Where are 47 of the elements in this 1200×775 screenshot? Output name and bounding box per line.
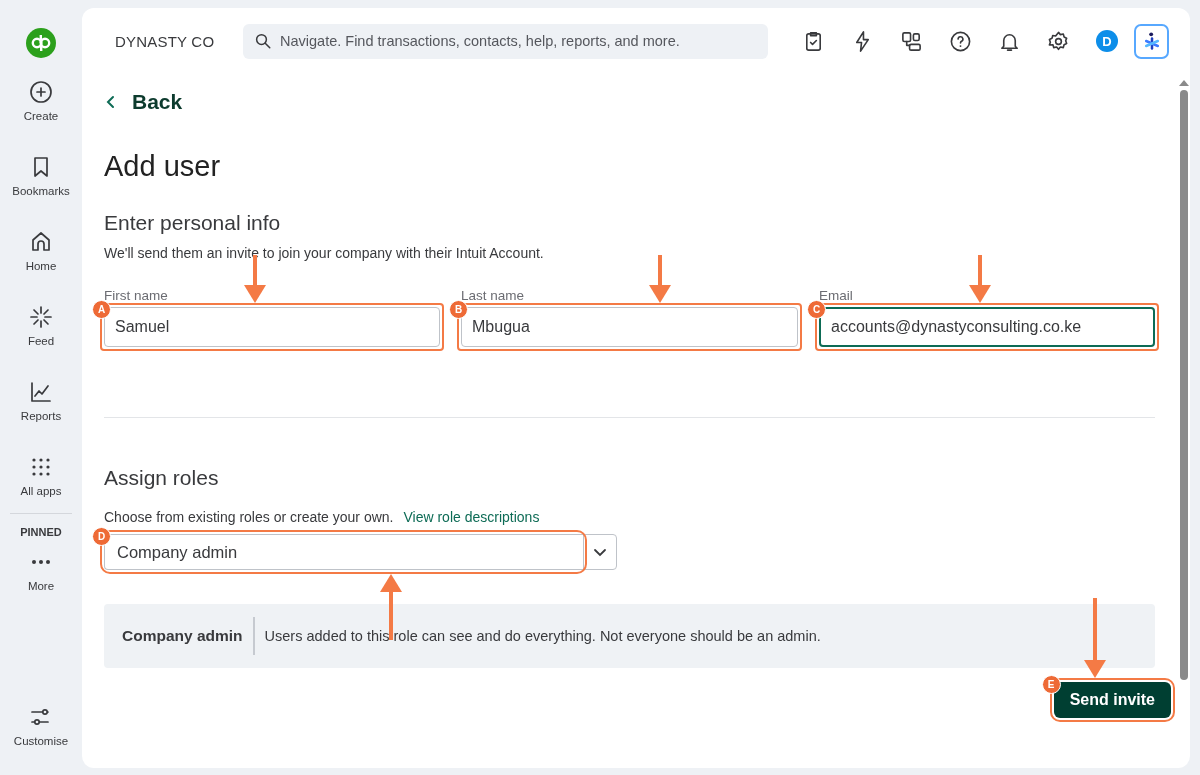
role-descriptions-link[interactable]: View role descriptions [403, 509, 540, 525]
section-description: Choose from existing roles or create your own. [104, 509, 394, 525]
callout-badge: D [92, 527, 111, 546]
field-label: First name [104, 288, 169, 303]
search-field[interactable]: Navigate. Find transactions, contacts, help, reports, and more. [243, 23, 768, 59]
company-name: DYNASTY CO [115, 32, 216, 50]
send-invite-button[interactable]: Send invite [1053, 682, 1171, 718]
callout-badge: B [449, 300, 468, 319]
assistant-button[interactable] [1134, 23, 1169, 59]
section-heading: Enter personal info [104, 211, 282, 235]
callout-arrow [969, 255, 992, 303]
input-field[interactable]: Mbugua [461, 307, 798, 347]
plus-circle-icon [29, 80, 53, 104]
apps-switch-icon[interactable] [900, 29, 923, 53]
sidebar-item[interactable]: Bookmarks [12, 155, 70, 230]
section-description: We'll send them an invite to join your company with their Intuit Account. [104, 245, 545, 261]
sidebar-item[interactable]: Customise [13, 705, 69, 747]
search-icon [254, 31, 272, 50]
pinned-heading: PINNED [20, 526, 62, 538]
field-label: Last name [461, 288, 526, 303]
callout-badge: C [807, 300, 826, 319]
help-icon[interactable] [949, 29, 972, 53]
page-title: Add user [104, 150, 222, 183]
sidebar-item[interactable]: Home [25, 230, 57, 305]
line-chart-icon [29, 380, 53, 404]
sidebar-item[interactable]: Create [23, 80, 59, 155]
sidebar-item[interactable]: Reports [20, 380, 62, 455]
sidebar-item[interactable]: More [27, 550, 55, 625]
dropdown-toggle[interactable] [583, 534, 617, 570]
section-heading: Assign roles [104, 466, 220, 490]
role-name: Company admin [122, 617, 255, 655]
scroll-up-icon[interactable] [1179, 80, 1189, 86]
more-icon [31, 559, 51, 565]
callout-arrow [648, 255, 671, 303]
settings-icon[interactable] [1047, 29, 1070, 53]
home-icon [29, 230, 53, 254]
sparkle-icon [29, 305, 53, 329]
back-link[interactable]: Back [96, 84, 191, 120]
role-description: Users added to this role can see and do everything. Not everyone should be an admin. [263, 628, 821, 644]
input-field[interactable]: accounts@dynastyconsulting.co.ke [819, 307, 1155, 347]
role-dropdown[interactable]: Company admin [104, 534, 583, 570]
callout-badge: A [92, 300, 111, 319]
field-label: Email [819, 288, 854, 303]
logo-icon[interactable] [26, 28, 56, 58]
callout-badge: E [1041, 675, 1061, 694]
input-field[interactable]: Samuel [104, 307, 440, 347]
sidebar-item[interactable]: Feed [27, 305, 55, 380]
